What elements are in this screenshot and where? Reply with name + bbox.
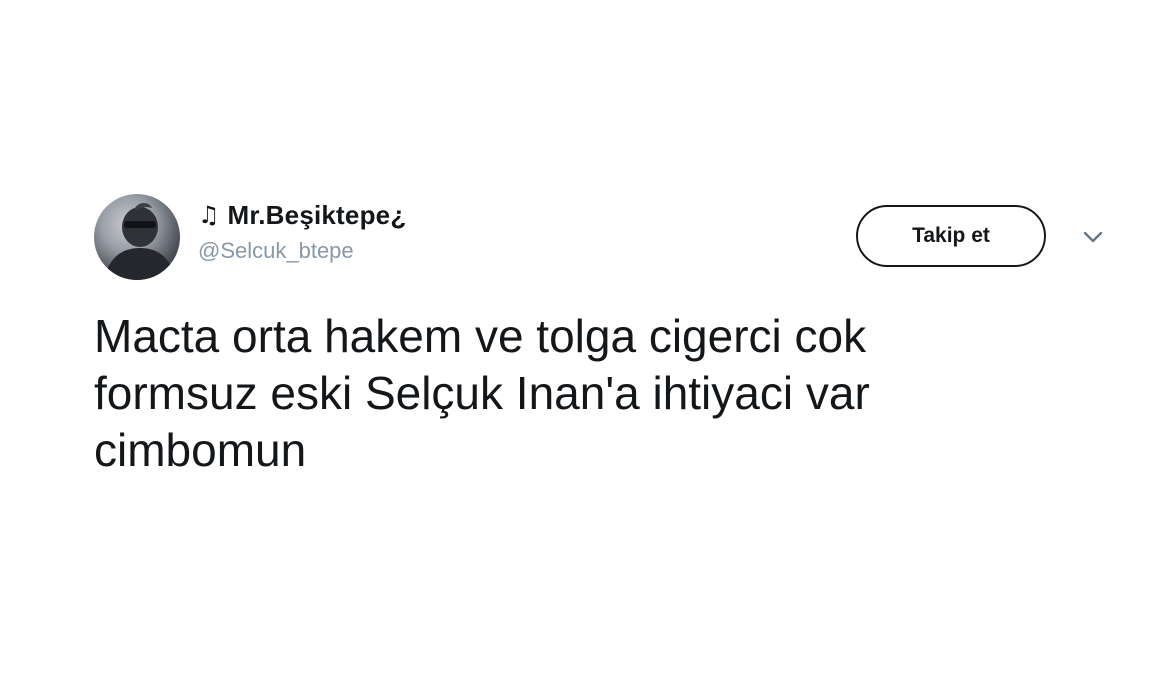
chevron-down-icon[interactable] <box>1080 224 1106 250</box>
tweet-text-line-1: Macta orta hakem ve tolga cigerci cok <box>94 310 867 362</box>
avatar-photo <box>104 203 176 280</box>
avatar[interactable] <box>94 194 180 280</box>
display-name[interactable]: Mr.Beşiktepe¿ <box>228 202 407 228</box>
music-note-icon: ♫ <box>198 201 220 229</box>
tweet-text-line-3: cimbomun <box>94 424 307 476</box>
chevron-down-shape <box>1083 231 1103 243</box>
tweet-text: Macta orta hakem ve tolga cigerci cok fo… <box>94 308 1054 479</box>
tweet-text-line-2: formsuz eski Selçuk Inan'a ihtiyaci var <box>94 367 870 419</box>
user-handle[interactable]: @Selcuk_btepe <box>198 240 758 262</box>
follow-button[interactable]: Takip et <box>856 205 1046 267</box>
author-info: ♫ Mr.Beşiktepe¿ @Selcuk_btepe <box>198 198 758 262</box>
tweet-card: ♫ Mr.Beşiktepe¿ @Selcuk_btepe Takip et M… <box>0 0 1176 675</box>
display-name-row[interactable]: ♫ Mr.Beşiktepe¿ <box>198 198 758 232</box>
